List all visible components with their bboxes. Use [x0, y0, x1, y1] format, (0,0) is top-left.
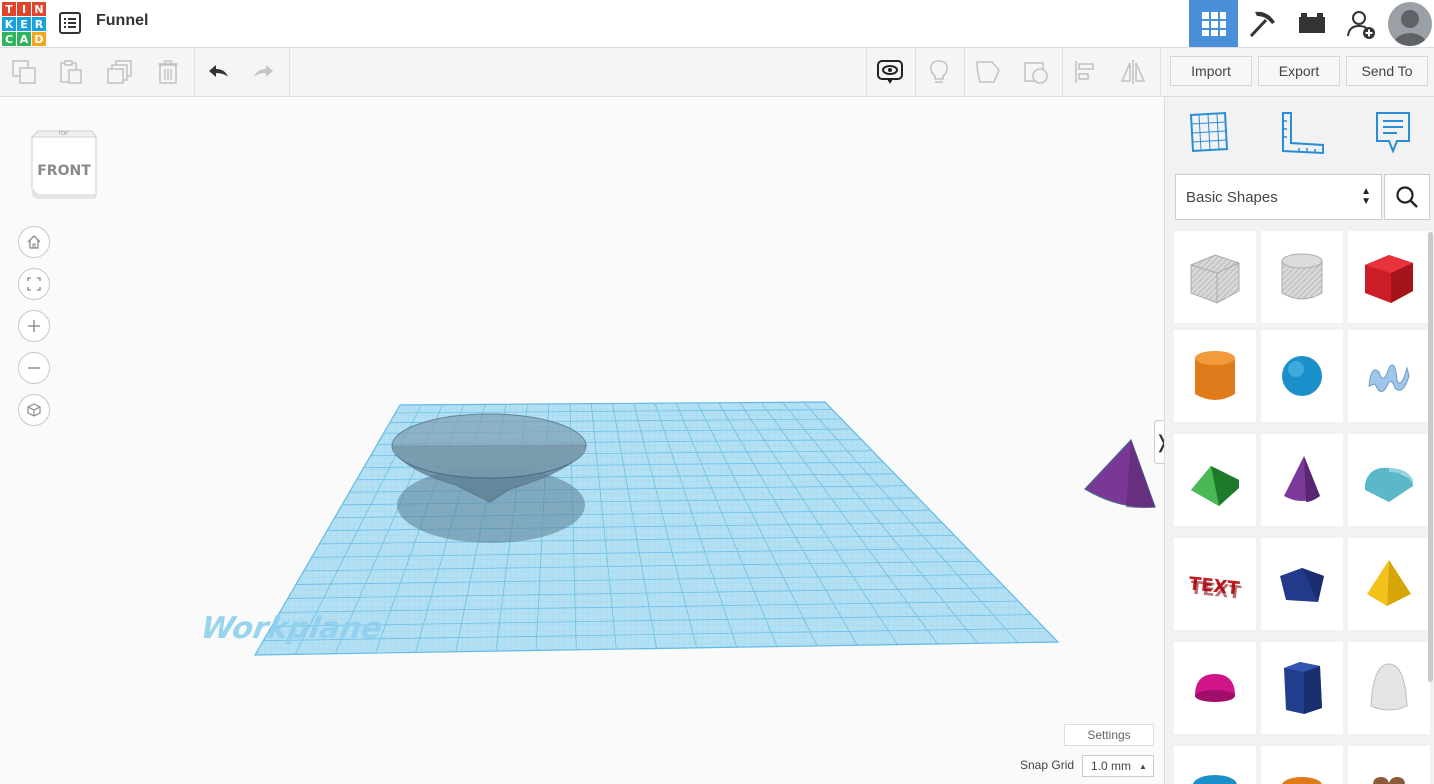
avatar[interactable] [1385, 0, 1434, 47]
search-icon [1396, 186, 1418, 208]
workplane-label: Workplane [198, 611, 385, 646]
shape-category-value: Basic Shapes [1186, 188, 1278, 206]
import-button[interactable]: Import [1170, 56, 1252, 86]
duplicate-icon[interactable] [106, 58, 134, 86]
align-icon[interactable] [1072, 58, 1100, 86]
logo-letter: K [2, 17, 16, 31]
shape-scribble[interactable] [1348, 330, 1430, 422]
design-title[interactable]: Funnel [96, 12, 148, 30]
design-list-icon[interactable] [59, 12, 81, 34]
shape-roof[interactable] [1174, 434, 1256, 526]
svg-text:TEXT: TEXT [1189, 578, 1242, 604]
panel-scrollbar[interactable] [1428, 232, 1433, 682]
snap-grid-value: 1.0 mm [1091, 759, 1132, 773]
shape-tube[interactable] [1261, 746, 1343, 784]
shape-group-icon[interactable] [974, 58, 1002, 86]
logo-letter: E [17, 17, 31, 31]
add-user-icon[interactable] [1336, 0, 1385, 47]
shape-torus[interactable] [1174, 746, 1256, 784]
notes-panel-icon[interactable] [1373, 111, 1417, 155]
select-arrows-icon: ▲ ▼ [1361, 186, 1371, 207]
mirror-icon[interactable] [1119, 58, 1147, 86]
shape-paraboloid[interactable] [1348, 642, 1430, 734]
notes-icon[interactable] [876, 58, 904, 86]
copy-icon[interactable] [10, 58, 38, 86]
export-button[interactable]: Export [1258, 56, 1340, 86]
logo-letter: A [17, 32, 31, 46]
pickaxe-icon[interactable] [1238, 0, 1287, 47]
top-header: TIN KER CAD Funnel [0, 0, 1434, 48]
top-right-icons [1189, 0, 1434, 47]
shape-text[interactable]: TEXT TEXT [1174, 538, 1256, 630]
edit-toolbar: Import Export Send To [0, 48, 1434, 97]
shape-pyramid[interactable] [1348, 538, 1430, 630]
light-bulb-icon[interactable] [925, 58, 953, 86]
shape-heart[interactable] [1348, 746, 1430, 784]
tinkercad-logo[interactable]: TIN KER CAD [2, 2, 46, 46]
shape-cylinder[interactable] [1174, 330, 1256, 422]
shape-sphere[interactable] [1261, 330, 1343, 422]
logo-letter: C [2, 32, 16, 46]
shape-round-roof[interactable] [1348, 434, 1430, 526]
caret-up-icon: ▲ [1139, 761, 1147, 771]
logo-letter: N [32, 2, 46, 16]
shapes-panel: Basic Shapes ▲ ▼ TEXT TEXT [1164, 97, 1434, 784]
snap-grid-label: Snap Grid [1020, 758, 1075, 772]
3d-viewport[interactable]: FRONT TOP Workplane ❭ Settings Snap Grid… [0, 97, 1170, 784]
workplane-icon[interactable] [1187, 111, 1231, 155]
shape-polygon[interactable] [1261, 538, 1343, 630]
redo-icon[interactable] [250, 58, 278, 86]
funnel-top[interactable] [391, 413, 587, 479]
shape-box[interactable] [1348, 231, 1430, 323]
ruler-icon[interactable] [1279, 111, 1324, 155]
shape-hexagonal-prism[interactable] [1261, 642, 1343, 734]
undo-icon[interactable] [204, 58, 232, 86]
shape-cone[interactable] [1261, 434, 1343, 526]
paste-icon[interactable] [57, 58, 85, 86]
delete-icon[interactable] [154, 58, 182, 86]
design-grid-icon[interactable] [1189, 0, 1238, 47]
shape-cylinder-hole[interactable] [1261, 231, 1343, 323]
shape-box-hole[interactable] [1174, 231, 1256, 323]
logo-letter: D [32, 32, 46, 46]
hole-icon[interactable] [1022, 58, 1050, 86]
logo-letter: T [2, 2, 16, 16]
shape-category-select[interactable]: Basic Shapes ▲ ▼ [1175, 174, 1382, 220]
logo-letter: R [32, 17, 46, 31]
shape-half-sphere[interactable] [1174, 642, 1256, 734]
settings-button[interactable]: Settings [1064, 724, 1154, 746]
snap-grid-select[interactable]: 1.0 mm ▲ [1082, 755, 1154, 777]
brick-icon[interactable] [1287, 0, 1336, 47]
logo-letter: I [17, 2, 31, 16]
search-button[interactable] [1384, 174, 1430, 220]
workplane-scene[interactable]: Workplane [0, 97, 1164, 784]
send-to-button[interactable]: Send To [1346, 56, 1428, 86]
